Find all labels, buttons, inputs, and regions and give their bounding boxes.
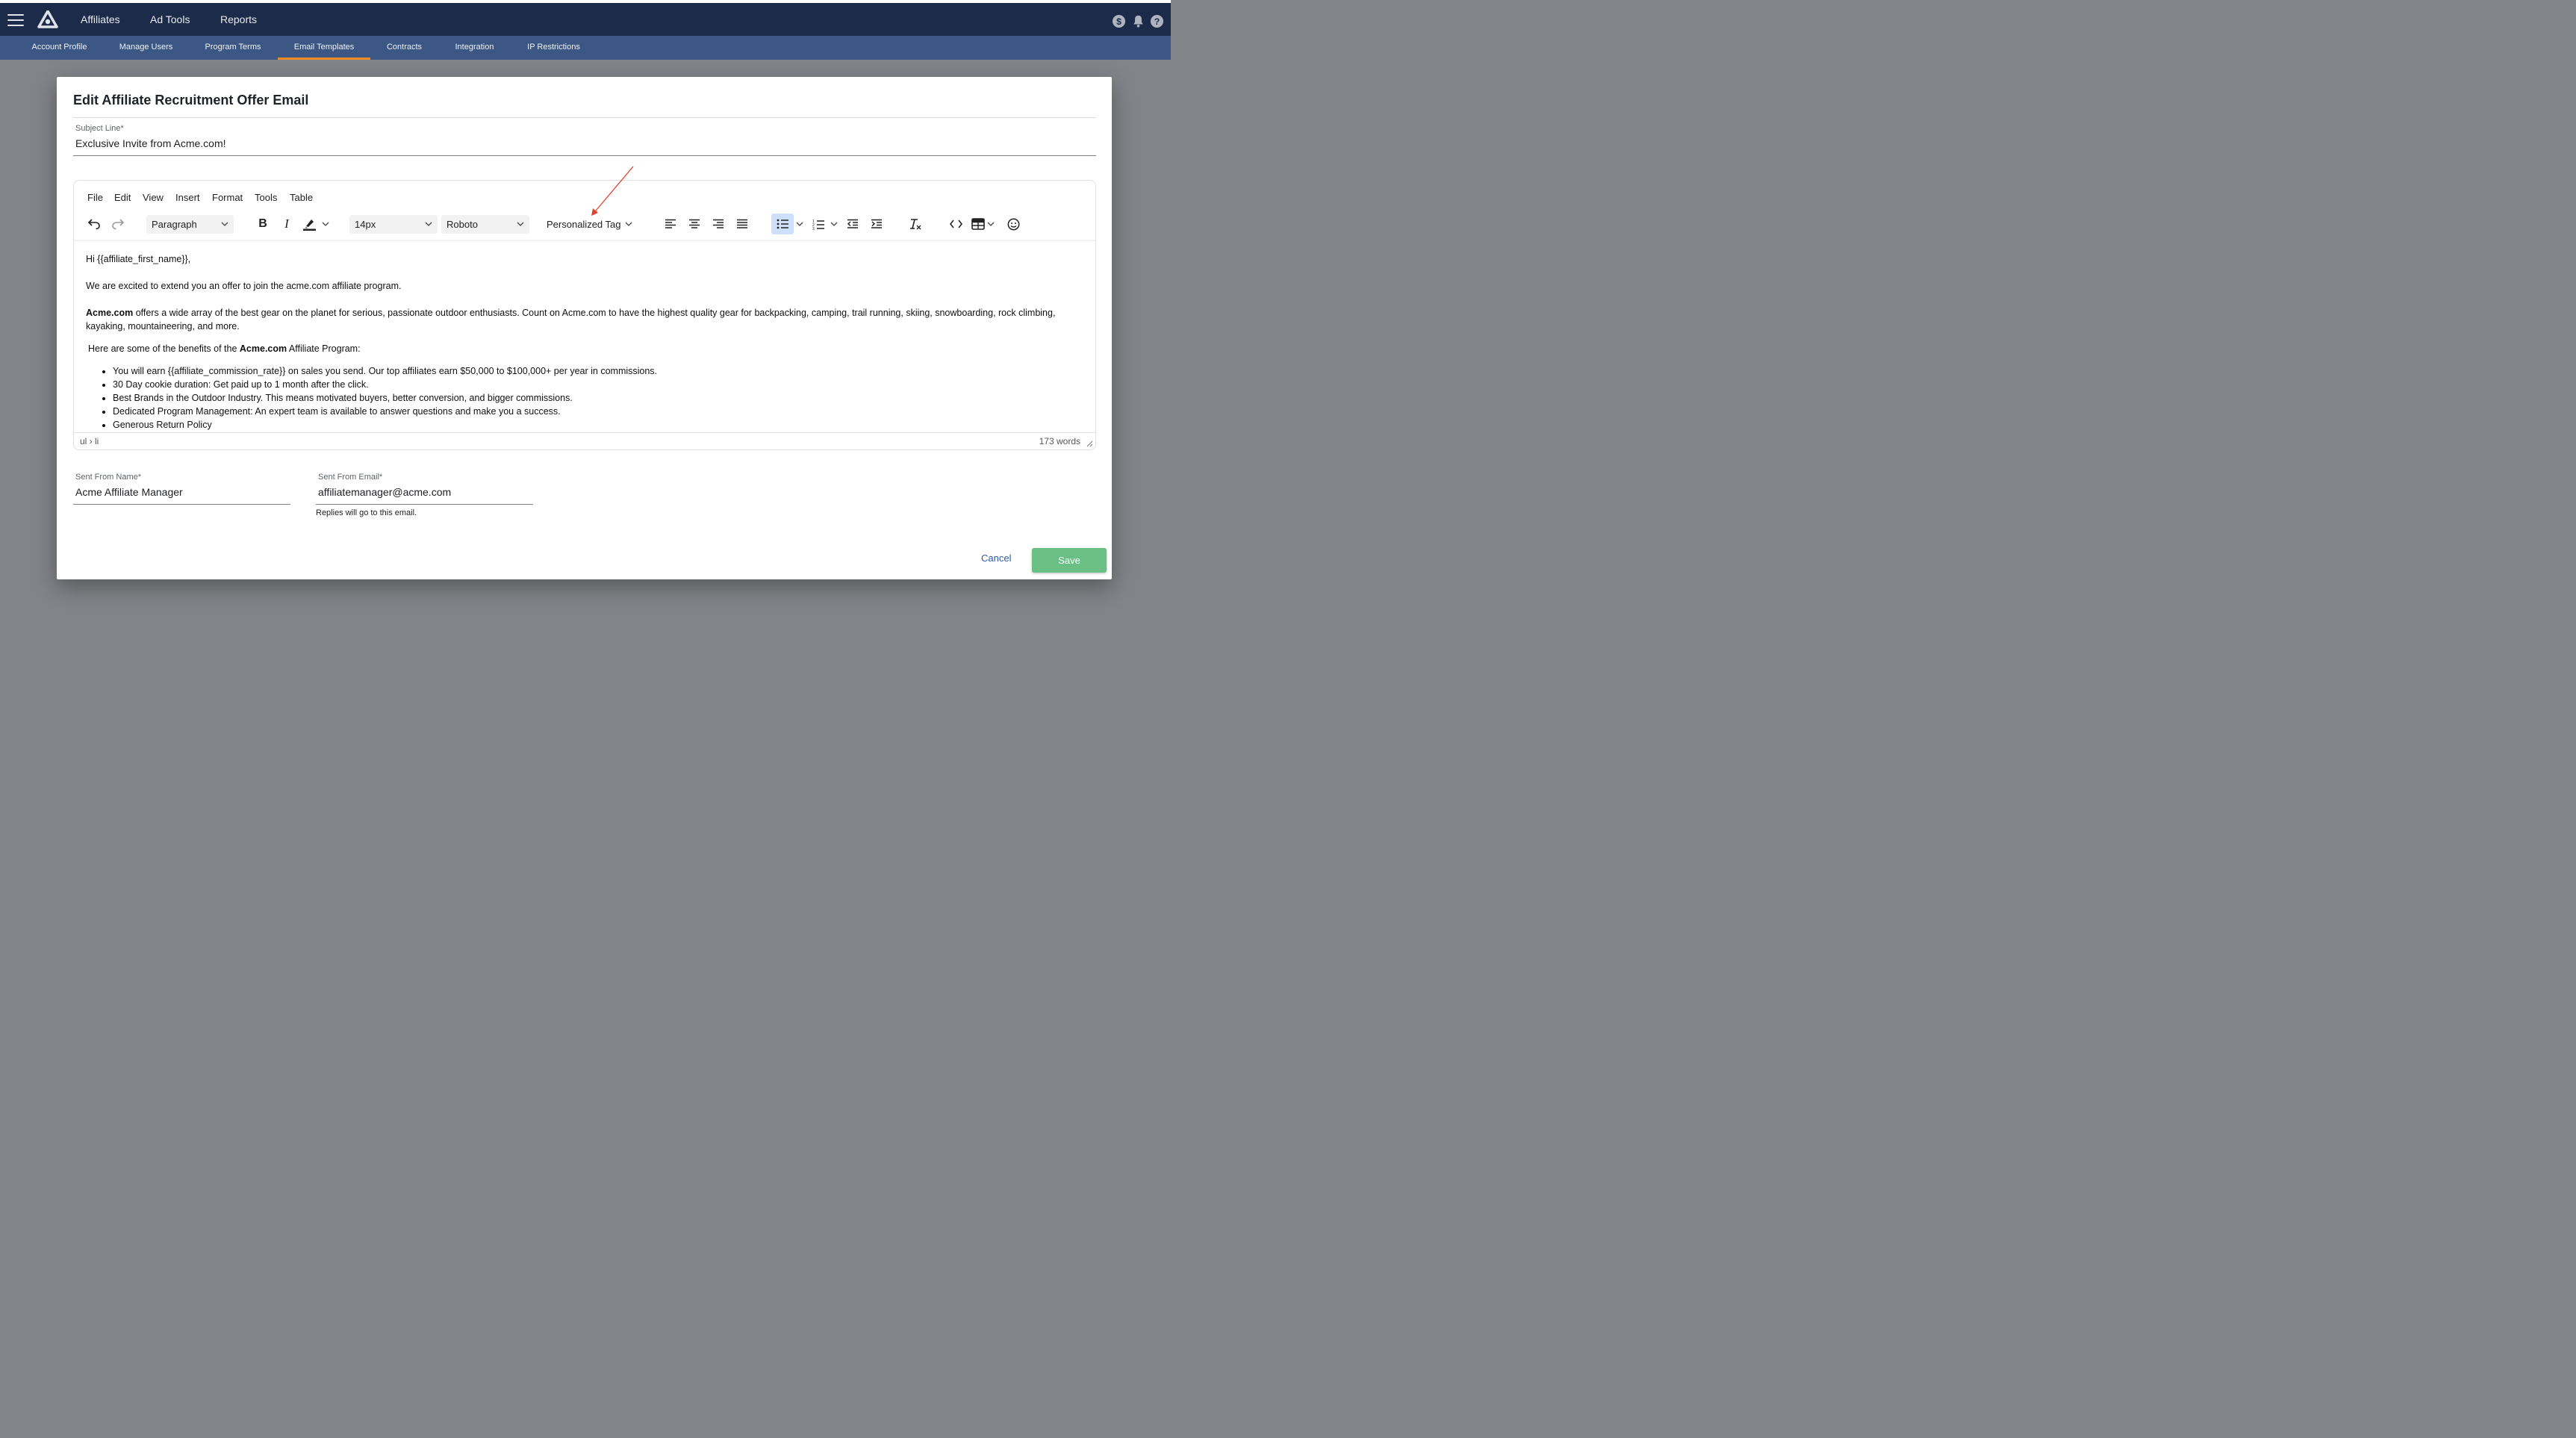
from-name-input[interactable] [75, 485, 284, 499]
align-center-icon[interactable] [685, 214, 704, 234]
edit-email-dialog: Edit Affiliate Recruitment Offer Email S… [57, 77, 1112, 579]
chevron-down-icon [425, 222, 432, 226]
undo-icon[interactable] [84, 214, 104, 234]
brand-logo-icon[interactable] [37, 10, 58, 28]
list-item: Generous Return Policy [113, 418, 657, 432]
chevron-down-icon [221, 222, 228, 226]
greeting-paragraph: Hi {{affiliate_first_name}}, [86, 254, 191, 264]
align-right-icon[interactable] [709, 214, 728, 234]
editor-content-area[interactable]: Hi {{affiliate_first_name}}, We are exci… [74, 243, 1095, 432]
tab-email-templates[interactable]: Email Templates [278, 36, 370, 60]
bold-icon[interactable]: B [254, 214, 272, 234]
clear-formatting-icon[interactable] [906, 214, 925, 234]
dollar-icon[interactable]: $ [1111, 13, 1126, 28]
table-icon [971, 218, 985, 230]
tab-manage-users[interactable]: Manage Users [111, 36, 181, 60]
subject-underline [73, 155, 1096, 156]
menu-tools[interactable]: Tools [255, 192, 277, 203]
element-path[interactable]: ul › li [80, 436, 99, 446]
menu-file[interactable]: File [87, 192, 103, 203]
numbered-list-options-icon[interactable] [829, 214, 839, 234]
tab-account-profile[interactable]: Account Profile [22, 36, 96, 60]
svg-text:$: $ [1116, 16, 1121, 26]
brand-name-bold: Acme.com [86, 308, 134, 318]
menu-edit[interactable]: Edit [114, 192, 131, 203]
top-navbar: Affiliates Ad Tools Reports $ ? [0, 0, 1171, 36]
tab-ip-restrictions[interactable]: IP Restrictions [519, 36, 588, 60]
settings-tabs: Account Profile Manage Users Program Ter… [0, 36, 1171, 60]
tab-contracts[interactable]: Contracts [379, 36, 429, 60]
nav-ad-tools[interactable]: Ad Tools [150, 13, 190, 25]
menu-insert[interactable]: Insert [175, 192, 200, 203]
font-size-select[interactable]: 14px [349, 215, 438, 234]
editor-statusbar: ul › li 173 words [74, 432, 1095, 450]
list-item: You will earn {{affiliate_commission_rat… [113, 364, 657, 378]
subject-label: Subject Line* [75, 124, 124, 133]
list-item: Dedicated Program Management: An expert … [113, 405, 657, 418]
svg-text:?: ? [1154, 16, 1160, 26]
description-text: offers a wide array of the best gear on … [86, 308, 1056, 332]
numbered-list-icon[interactable]: 123 [809, 214, 827, 234]
source-code-icon[interactable] [946, 214, 965, 234]
benefits-post: Affiliate Program: [287, 343, 361, 354]
tab-program-terms[interactable]: Program Terms [196, 36, 270, 60]
from-name-label: Sent From Name* [75, 473, 142, 482]
from-email-underline [316, 504, 533, 505]
font-family-select[interactable]: Roboto [441, 215, 529, 234]
list-item: 30 Day cookie duration: Get paid up to 1… [113, 378, 657, 391]
word-count[interactable]: 173 words [1039, 436, 1080, 446]
menu-view[interactable]: View [143, 192, 164, 203]
nav-reports[interactable]: Reports [220, 13, 257, 25]
description-paragraph: Acme.com offers a wide array of the best… [86, 306, 1086, 333]
chevron-down-icon [987, 222, 994, 226]
block-format-select[interactable]: Paragraph [146, 215, 234, 234]
hamburger-menu-icon[interactable] [7, 14, 24, 26]
emoji-icon[interactable] [1004, 214, 1023, 234]
subject-input[interactable] [75, 136, 1091, 151]
block-format-value: Paragraph [152, 219, 197, 230]
chevron-down-icon [322, 222, 329, 226]
bullet-list-options-icon[interactable] [794, 214, 805, 234]
highlight-color-button[interactable] [301, 214, 331, 234]
bullet-list-icon[interactable] [771, 214, 794, 234]
align-left-icon[interactable] [661, 214, 680, 234]
title-divider [73, 117, 1096, 118]
from-email-helper: Replies will go to this email. [316, 508, 417, 517]
from-email-label: Sent From Email* [318, 473, 383, 482]
redo-icon[interactable] [108, 214, 128, 234]
cancel-button[interactable]: Cancel [981, 553, 1011, 564]
toolbar-divider [74, 240, 1095, 243]
svg-text:3: 3 [812, 227, 815, 230]
chevron-down-icon [625, 222, 632, 226]
list-item: Best Brands in the Outdoor Industry. Thi… [113, 391, 657, 405]
annotation-arrow-icon [591, 166, 634, 216]
benefits-brand: Acme.com [239, 343, 287, 354]
tab-integration[interactable]: Integration [447, 36, 503, 60]
insert-table-button[interactable] [968, 214, 997, 234]
italic-icon[interactable]: I [279, 214, 295, 234]
dialog-title: Edit Affiliate Recruitment Offer Email [73, 93, 309, 108]
resize-handle-icon[interactable] [1086, 441, 1093, 447]
menu-format[interactable]: Format [212, 192, 243, 203]
indent-icon[interactable] [867, 214, 886, 234]
bell-icon[interactable] [1130, 13, 1145, 28]
highlighter-icon [303, 220, 316, 231]
from-email-input[interactable] [318, 485, 531, 499]
help-icon[interactable]: ? [1149, 13, 1164, 28]
font-size-value: 14px [355, 219, 376, 230]
outdent-icon[interactable] [843, 214, 862, 234]
benefits-heading: Here are some of the benefits of the Acm… [88, 342, 361, 355]
benefits-pre: Here are some of the benefits of the [88, 343, 240, 354]
from-name-underline [73, 504, 290, 505]
save-button[interactable]: Save [1032, 548, 1107, 573]
font-family-value: Roboto [447, 219, 478, 230]
align-justify-icon[interactable] [732, 214, 752, 234]
benefits-list: You will earn {{affiliate_commission_rat… [113, 364, 657, 432]
menu-table[interactable]: Table [290, 192, 313, 203]
intro-paragraph: We are excited to extend you an offer to… [86, 281, 402, 291]
nav-affiliates[interactable]: Affiliates [81, 13, 120, 25]
chevron-down-icon [517, 222, 524, 226]
